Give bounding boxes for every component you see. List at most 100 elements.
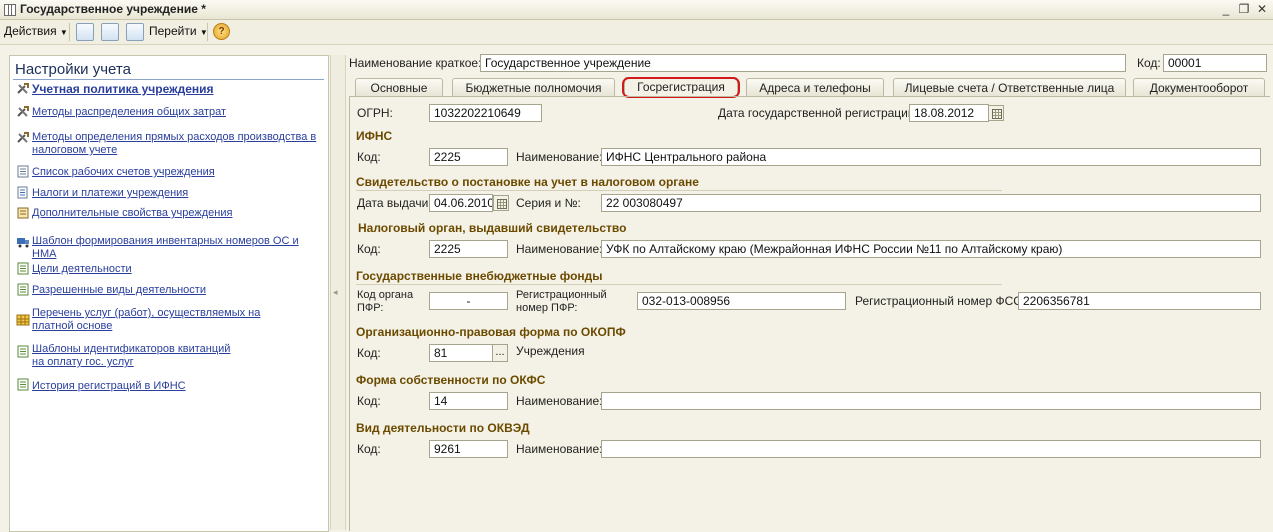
- settings-heading: Настройки учета: [15, 61, 131, 78]
- ifns-name-label: Наименование:: [516, 150, 603, 164]
- okved-name-label: Наименование:: [516, 442, 603, 456]
- section-divider: [356, 190, 1002, 191]
- tools-icon: [17, 83, 29, 94]
- fss-reg-label: Регистрационный номер ФСС:: [855, 294, 1026, 308]
- ifns-section-title: ИФНС: [356, 129, 393, 143]
- ifns-code-field[interactable]: 2225: [429, 148, 508, 166]
- tools-icon: [17, 132, 29, 143]
- short-name-label: Наименование краткое:: [349, 56, 482, 70]
- certificate-section-title: Свидетельство о постановке на учет в нал…: [356, 175, 699, 189]
- nav-paid-services[interactable]: Перечень услуг (работ), осуществляемых н…: [32, 307, 304, 333]
- nav-additional-properties[interactable]: Дополнительные свойства учреждения: [32, 207, 324, 220]
- tab-document-flow[interactable]: Документооборот: [1133, 78, 1265, 96]
- okved-code-label: Код:: [357, 442, 381, 456]
- okopf-name-text: Учреждения: [516, 344, 585, 358]
- code-label: Код:: [1137, 56, 1161, 70]
- tab-accounts-responsible[interactable]: Лицевые счета / Ответственные лица: [893, 78, 1126, 96]
- minimize-button[interactable]: _: [1218, 1, 1234, 17]
- close-button[interactable]: ✕: [1254, 1, 1270, 17]
- list-icon: [17, 165, 29, 178]
- calendar-icon[interactable]: [493, 195, 509, 211]
- tax-authority-name-field[interactable]: УФК по Алтайскому краю (Межрайонная ИФНС…: [601, 240, 1261, 258]
- tools-icon: [17, 106, 29, 117]
- ifns-name-field[interactable]: ИФНС Центрального района: [601, 148, 1261, 166]
- pfr-code-label: Код органа ПФР:: [357, 289, 414, 314]
- actions-menu[interactable]: Действия ▼: [4, 24, 68, 38]
- nav-receipt-templates[interactable]: Шаблоны идентификаторов квитанций на опл…: [32, 343, 232, 369]
- calendar-icon[interactable]: [988, 105, 1004, 121]
- splitter-grip-icon: ◂: [333, 287, 338, 297]
- nav-accounting-policy[interactable]: Учетная политика учреждения: [32, 83, 324, 96]
- list-icon: [17, 345, 29, 358]
- goto-label: Перейти: [149, 24, 197, 38]
- window-title: Государственное учреждение *: [20, 2, 206, 16]
- restore-button[interactable]: ❐: [1236, 1, 1252, 17]
- tax-authority-code-field[interactable]: 2225: [429, 240, 508, 258]
- series-field[interactable]: 22 003080497: [601, 194, 1261, 212]
- okved-section-title: Вид деятельности по ОКВЭД: [356, 421, 530, 435]
- ogrn-field[interactable]: 1032202210649: [429, 104, 542, 122]
- save-icon[interactable]: [76, 23, 94, 41]
- goto-menu[interactable]: Перейти ▼: [149, 24, 208, 38]
- tax-authority-name-label: Наименование:: [516, 242, 603, 256]
- list-icon: [17, 283, 29, 296]
- copy-icon[interactable]: [126, 23, 144, 41]
- table-icon: [16, 314, 30, 326]
- series-label: Серия и №:: [516, 196, 581, 210]
- okfs-name-field[interactable]: [601, 392, 1261, 410]
- tab-highlight-marker: [622, 77, 740, 98]
- ogrn-label: ОГРН:: [357, 106, 393, 120]
- refresh-icon[interactable]: [101, 23, 119, 41]
- tax-authority-code-label: Код:: [357, 242, 381, 256]
- okved-code-field[interactable]: 9261: [429, 440, 508, 458]
- nav-activity-goals[interactable]: Цели деятельности: [32, 263, 324, 276]
- pfr-reg-label: Регистрационный номер ПФР:: [516, 289, 607, 314]
- tab-addresses-phones[interactable]: Адреса и телефоны: [746, 78, 884, 96]
- document-icon: [17, 186, 28, 199]
- truck-icon: [17, 238, 29, 248]
- list-icon: [17, 262, 29, 275]
- toolbar-divider: [207, 23, 208, 41]
- short-name-field[interactable]: Государственное учреждение: [480, 54, 1126, 72]
- help-button[interactable]: ?: [213, 23, 230, 40]
- okopf-section-title: Организационно-правовая форма по ОКОПФ: [356, 325, 626, 339]
- toolbar-divider: [69, 23, 70, 41]
- reg-date-field[interactable]: 18.08.2012: [909, 104, 989, 122]
- nav-taxes-payments[interactable]: Налоги и платежи учреждения: [32, 187, 324, 200]
- pfr-code-field[interactable]: -: [429, 292, 508, 310]
- issue-date-label: Дата выдачи:: [357, 196, 432, 210]
- okfs-section-title: Форма собственности по ОКФС: [356, 373, 546, 387]
- nav-direct-costs-methods[interactable]: Методы определения прямых расходов произ…: [32, 131, 322, 157]
- heading-divider: [13, 79, 324, 80]
- toolbar: Действия ▼ Перейти ▼ ?: [0, 20, 1273, 45]
- dropdown-arrow-icon: ▼: [59, 28, 68, 37]
- okved-name-field[interactable]: [601, 440, 1261, 458]
- okfs-code-field[interactable]: 14: [429, 392, 508, 410]
- tax-authority-section-title: Налоговый орган, выдавший свидетельство: [358, 221, 627, 235]
- nav-working-accounts[interactable]: Список рабочих счетов учреждения: [32, 166, 324, 179]
- okfs-code-label: Код:: [357, 394, 381, 408]
- section-divider: [356, 284, 1002, 285]
- nav-inventory-template[interactable]: Шаблон формирования инвентарных номеров …: [32, 235, 324, 261]
- actions-label: Действия: [4, 24, 57, 38]
- okopf-select-button[interactable]: ...: [492, 344, 508, 362]
- window-title-bar: Государственное учреждение * _ ❐ ✕: [0, 0, 1273, 20]
- form-icon: [4, 4, 16, 16]
- list-icon: [17, 378, 29, 391]
- pfr-reg-field[interactable]: 032-013-008956: [637, 292, 846, 310]
- reg-date-label: Дата государственной регистрации:: [718, 106, 918, 120]
- okopf-code-field[interactable]: 81: [429, 344, 493, 362]
- ifns-code-label: Код:: [357, 150, 381, 164]
- fss-reg-field[interactable]: 2206356781: [1018, 292, 1261, 310]
- properties-icon: [17, 207, 29, 219]
- issue-date-field[interactable]: 04.06.2010: [429, 194, 493, 212]
- tab-budget-powers[interactable]: Бюджетные полномочия: [452, 78, 615, 96]
- nav-cost-distribution-methods[interactable]: Методы распределения общих затрат: [32, 106, 324, 119]
- tab-main[interactable]: Основные: [355, 78, 443, 96]
- funds-section-title: Государственные внебюджетные фонды: [356, 269, 603, 283]
- code-field[interactable]: 00001: [1163, 54, 1267, 72]
- okfs-name-label: Наименование:: [516, 394, 603, 408]
- nav-ifns-history[interactable]: История регистраций в ИФНС: [32, 380, 324, 393]
- okopf-code-label: Код:: [357, 346, 381, 360]
- nav-permitted-activities[interactable]: Разрешенные виды деятельности: [32, 284, 324, 297]
